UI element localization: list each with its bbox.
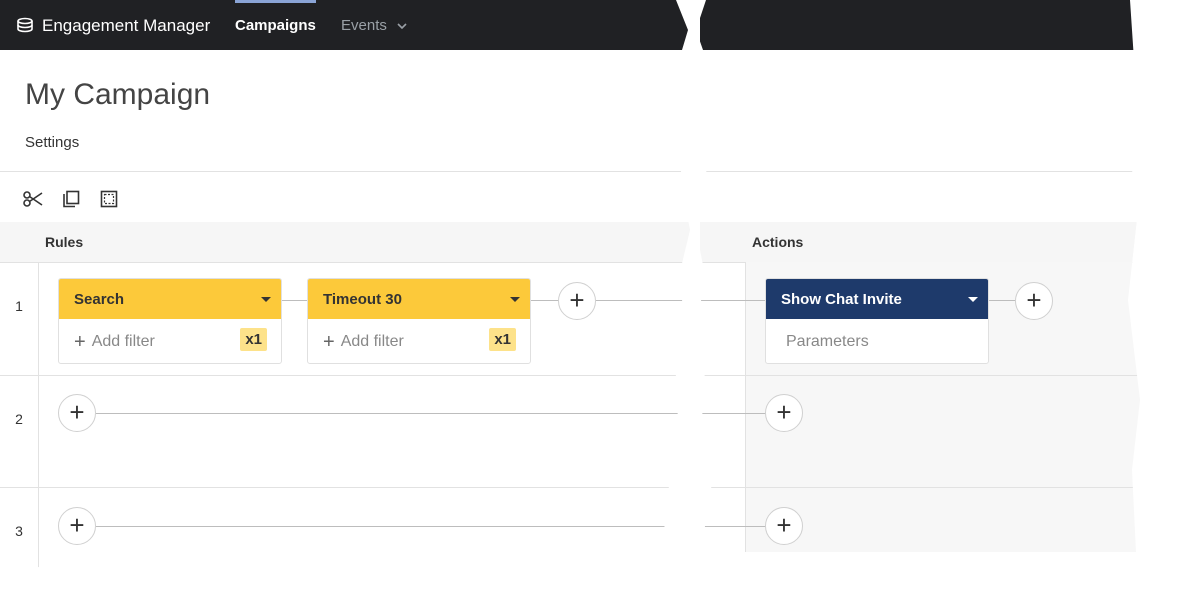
caret-down-icon [510, 296, 520, 302]
divider [0, 171, 690, 172]
rule-card-header[interactable]: Timeout 30 [308, 279, 530, 319]
row-number: 1 [15, 298, 23, 314]
rule-connector [96, 413, 690, 414]
plus-icon: + [776, 397, 792, 427]
rule-card-header[interactable]: Search [59, 279, 281, 319]
plus-icon: + [74, 330, 86, 353]
plus-icon: + [323, 330, 335, 353]
plus-icon: + [776, 510, 792, 540]
action-card-title: Show Chat Invite [781, 290, 902, 308]
rules-header: Rules [45, 234, 84, 250]
frame-right: Actions Show Chat Invite Parameters + + … [700, 0, 1140, 552]
row-divider [700, 487, 1140, 488]
caret-down-icon [968, 296, 978, 302]
plus-icon: + [69, 397, 85, 427]
rule-connector [282, 300, 308, 301]
row-divider [0, 487, 690, 488]
add-action-button[interactable]: + [1015, 282, 1053, 320]
column-header: Rules [0, 222, 690, 263]
rule-card-search: Search + Add filter x1 [58, 278, 282, 364]
parameters-label: Parameters [786, 332, 869, 350]
action-connector [988, 300, 1016, 301]
plus-icon: + [1026, 285, 1042, 315]
database-icon [17, 17, 33, 33]
rule-card-title: Timeout 30 [323, 290, 402, 308]
add-filter-button[interactable]: + Add filter x1 [59, 319, 281, 364]
plus-icon: + [69, 510, 85, 540]
rule-card-title: Search [74, 290, 125, 308]
app-title: Engagement Manager [42, 16, 211, 35]
left-panel-fragment: Engagement Manager Campaigns Events My C… [0, 0, 690, 568]
right-panel-fragment: Actions Show Chat Invite Parameters + + … [700, 0, 1140, 552]
divider [700, 171, 1140, 172]
copy-button[interactable] [60, 188, 82, 210]
rule-connector [96, 526, 690, 527]
rule-connector [596, 300, 690, 301]
add-action-button[interactable]: + [765, 394, 803, 432]
top-bar-fragment [700, 0, 1140, 50]
rule-connector [700, 413, 766, 414]
add-rule-button[interactable]: + [58, 394, 96, 432]
add-rule-button[interactable]: + [58, 507, 96, 545]
action-card-show-chat-invite: Show Chat Invite Parameters [765, 278, 989, 364]
cut-icon [23, 191, 43, 207]
copy-icon [63, 190, 80, 208]
row-divider [0, 375, 690, 376]
rule-connector [531, 300, 559, 301]
rule-connector [700, 526, 766, 527]
tab-events-label: Events [341, 17, 387, 34]
page-title: My Campaign [25, 78, 211, 111]
tab-campaigns[interactable]: Campaigns [235, 0, 316, 34]
count-badge: x1 [240, 328, 267, 351]
count-badge: x1 [489, 328, 516, 351]
action-card-header[interactable]: Show Chat Invite [766, 279, 988, 319]
add-rule-button[interactable]: + [558, 282, 596, 320]
actions-header: Actions [752, 234, 804, 250]
row-number: 3 [15, 523, 23, 539]
add-filter-label: Add filter [340, 332, 404, 350]
rule-connector [700, 300, 766, 301]
brand[interactable]: Engagement Manager [16, 16, 210, 36]
rule-card-timeout: Timeout 30 + Add filter x1 [307, 278, 531, 364]
toolbar [22, 188, 120, 210]
chevron-down-icon [397, 22, 407, 29]
column-header-fragment: Actions [700, 222, 1140, 263]
cut-button[interactable] [22, 188, 44, 210]
row-number: 2 [15, 411, 23, 427]
add-filter-button[interactable]: + Add filter x1 [308, 319, 530, 364]
frame-left: Engagement Manager Campaigns Events My C… [0, 0, 690, 568]
row-number-column [38, 262, 39, 568]
tab-events[interactable]: Events [341, 17, 407, 34]
select-all-button[interactable] [98, 188, 120, 210]
caret-down-icon [261, 296, 271, 302]
top-bar: Engagement Manager Campaigns Events [0, 0, 690, 50]
settings-link[interactable]: Settings [25, 134, 79, 151]
add-action-button[interactable]: + [765, 507, 803, 545]
parameters-button[interactable]: Parameters [766, 319, 988, 364]
plus-icon: + [569, 285, 585, 315]
add-filter-label: Add filter [91, 332, 155, 350]
row-divider [700, 375, 1140, 376]
select-all-icon [100, 190, 118, 208]
